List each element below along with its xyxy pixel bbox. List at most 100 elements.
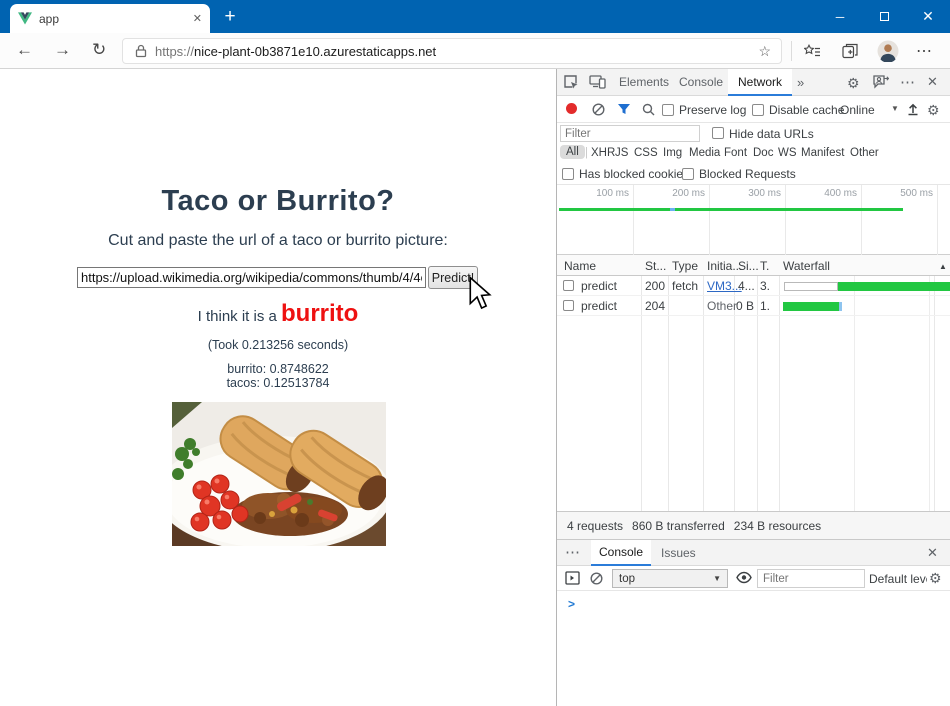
type-filter-all[interactable]: All: [560, 145, 585, 159]
request-row-2[interactable]: predict 204 Other 0 B 1.: [557, 296, 950, 316]
network-settings-icon[interactable]: ⚙: [927, 102, 940, 119]
request-1-size: 4...: [738, 279, 755, 293]
favorites-bar-icon[interactable]: [800, 39, 824, 63]
has-blocked-cookies-checkbox[interactable]: [562, 168, 574, 180]
drawer-close-icon[interactable]: ✕: [927, 545, 938, 561]
request-2-name[interactable]: predict: [581, 299, 617, 313]
blocked-requests-checkbox[interactable]: [682, 168, 694, 180]
browser-tab[interactable]: app ✕: [10, 4, 210, 33]
more-tabs-icon[interactable]: »: [797, 75, 804, 90]
browser-menu-icon[interactable]: ⋯: [912, 39, 936, 63]
blocked-requests-label: Blocked Requests: [699, 167, 796, 181]
collections-icon[interactable]: [838, 39, 862, 63]
clear-network-log-icon[interactable]: [592, 103, 605, 116]
drawer-tab-issues[interactable]: Issues: [661, 546, 696, 560]
disable-cache-label: Disable cache: [769, 103, 845, 117]
request-1-checkbox[interactable]: [563, 280, 574, 291]
url-text: https://nice-plant-0b3871e10.azurestatic…: [155, 43, 437, 59]
context-caret-icon: ▼: [713, 574, 721, 583]
hide-data-urls-checkbox[interactable]: [712, 127, 724, 139]
console-level-select[interactable]: Default levels: [869, 572, 927, 586]
inspect-element-icon[interactable]: [563, 74, 579, 90]
col-size[interactable]: Si...: [738, 259, 759, 273]
live-expression-eye-icon[interactable]: [736, 571, 752, 584]
tab-close-icon[interactable]: ✕: [193, 12, 202, 25]
close-button[interactable]: ✕: [906, 0, 950, 33]
web-page: Taco or Burrito? Cut and paste the url o…: [0, 69, 556, 706]
refresh-button[interactable]: ↻: [92, 40, 106, 60]
col-time[interactable]: T.: [760, 259, 769, 273]
clear-console-icon[interactable]: [590, 572, 603, 585]
feedback-icon[interactable]: [872, 74, 889, 90]
address-bar[interactable]: https://nice-plant-0b3871e10.azurestatic…: [122, 38, 782, 64]
type-filter-doc[interactable]: Doc: [753, 147, 773, 159]
image-url-input[interactable]: [77, 267, 426, 288]
maximize-button[interactable]: [862, 0, 906, 33]
request-2-initiator: Other: [707, 299, 738, 313]
devtools-tab-network[interactable]: Network: [728, 69, 792, 96]
record-network-log-icon[interactable]: [566, 103, 577, 114]
forward-button[interactable]: →: [54, 40, 71, 60]
network-filter-input[interactable]: [560, 125, 700, 142]
filter-funnel-icon[interactable]: [617, 103, 631, 115]
import-har-icon[interactable]: [906, 102, 920, 116]
col-name[interactable]: Name: [564, 259, 596, 273]
devtools-menu-icon[interactable]: ⋯: [900, 73, 915, 91]
type-filter-js[interactable]: JS: [615, 147, 628, 159]
summary-transferred: 860 B transferred: [632, 518, 725, 533]
type-filter-img[interactable]: Img: [663, 147, 682, 159]
throttling-caret-icon[interactable]: ▼: [891, 104, 899, 113]
request-2-time: 1.: [760, 299, 771, 313]
col-status[interactable]: St...: [645, 259, 666, 273]
preserve-log-checkbox[interactable]: [662, 104, 674, 116]
device-toolbar-icon[interactable]: [589, 74, 606, 89]
search-icon[interactable]: [642, 103, 655, 116]
profile-avatar[interactable]: [876, 39, 900, 63]
request-1-time: 3.: [760, 279, 771, 293]
console-toolbar: top ▼ Default levels ⚙: [557, 566, 950, 591]
toolbar-divider: [791, 41, 792, 61]
type-filter-media[interactable]: Media: [689, 147, 720, 159]
console-drawer: ⋯ Console Issues ✕ top ▼ Filter Default …: [557, 539, 950, 706]
col-type[interactable]: Type: [672, 259, 698, 273]
console-filter-input[interactable]: [757, 569, 865, 588]
disable-cache-checkbox[interactable]: [752, 104, 764, 116]
tick-400ms: 400 ms: [824, 188, 857, 199]
new-tab-button[interactable]: +: [218, 5, 242, 29]
drawer-menu-icon[interactable]: ⋯: [565, 543, 580, 561]
console-sidebar-icon[interactable]: [565, 571, 580, 585]
request-2-waterfall-download: [783, 302, 839, 311]
page-subtitle: Cut and paste the url of a taco or burri…: [108, 232, 448, 249]
request-1-name[interactable]: predict: [581, 279, 617, 293]
devtools-settings-icon[interactable]: ⚙: [847, 75, 860, 92]
sort-asc-icon[interactable]: ▲: [939, 262, 947, 271]
pill-divider: |: [585, 147, 588, 159]
type-filter-xhr[interactable]: XHR: [591, 147, 615, 159]
devtools-tab-console[interactable]: Console: [679, 75, 723, 89]
request-row-1[interactable]: predict 200 fetch VM3... 4... 3.: [557, 276, 950, 296]
console-context-select[interactable]: top ▼: [612, 569, 728, 588]
devtools-tab-elements[interactable]: Elements: [619, 75, 669, 89]
type-filter-font[interactable]: Font: [724, 147, 747, 159]
minimize-button[interactable]: ─: [818, 0, 862, 33]
request-2-checkbox[interactable]: [563, 300, 574, 311]
requests-table-header[interactable]: Name St... Type Initia... Si... T. Water…: [557, 255, 950, 276]
network-overview[interactable]: 100 ms 200 ms 300 ms 400 ms 500 ms: [557, 185, 950, 255]
hide-data-urls-label: Hide data URLs: [729, 127, 814, 141]
drawer-tab-console[interactable]: Console: [591, 540, 651, 566]
type-filter-manifest[interactable]: Manifest: [801, 147, 844, 159]
devtools-close-icon[interactable]: ✕: [927, 74, 938, 90]
request-1-initiator[interactable]: VM3...: [707, 279, 742, 293]
type-filter-other[interactable]: Other: [850, 147, 879, 159]
throttling-select[interactable]: Online: [840, 103, 875, 117]
favorite-star-icon[interactable]: ☆: [758, 43, 771, 60]
console-settings-icon[interactable]: ⚙: [929, 570, 942, 587]
type-filter-css[interactable]: CSS: [634, 147, 658, 159]
back-button[interactable]: ←: [16, 40, 33, 60]
request-2-status: 204: [645, 299, 666, 313]
prediction-time: (Took 0.213256 seconds): [207, 338, 349, 352]
network-summary-bar: 4 requests 860 B transferred 234 B resou…: [557, 511, 950, 539]
col-waterfall[interactable]: Waterfall: [783, 259, 830, 273]
type-filter-ws[interactable]: WS: [778, 147, 797, 159]
console-prompt-icon[interactable]: >: [568, 597, 575, 611]
